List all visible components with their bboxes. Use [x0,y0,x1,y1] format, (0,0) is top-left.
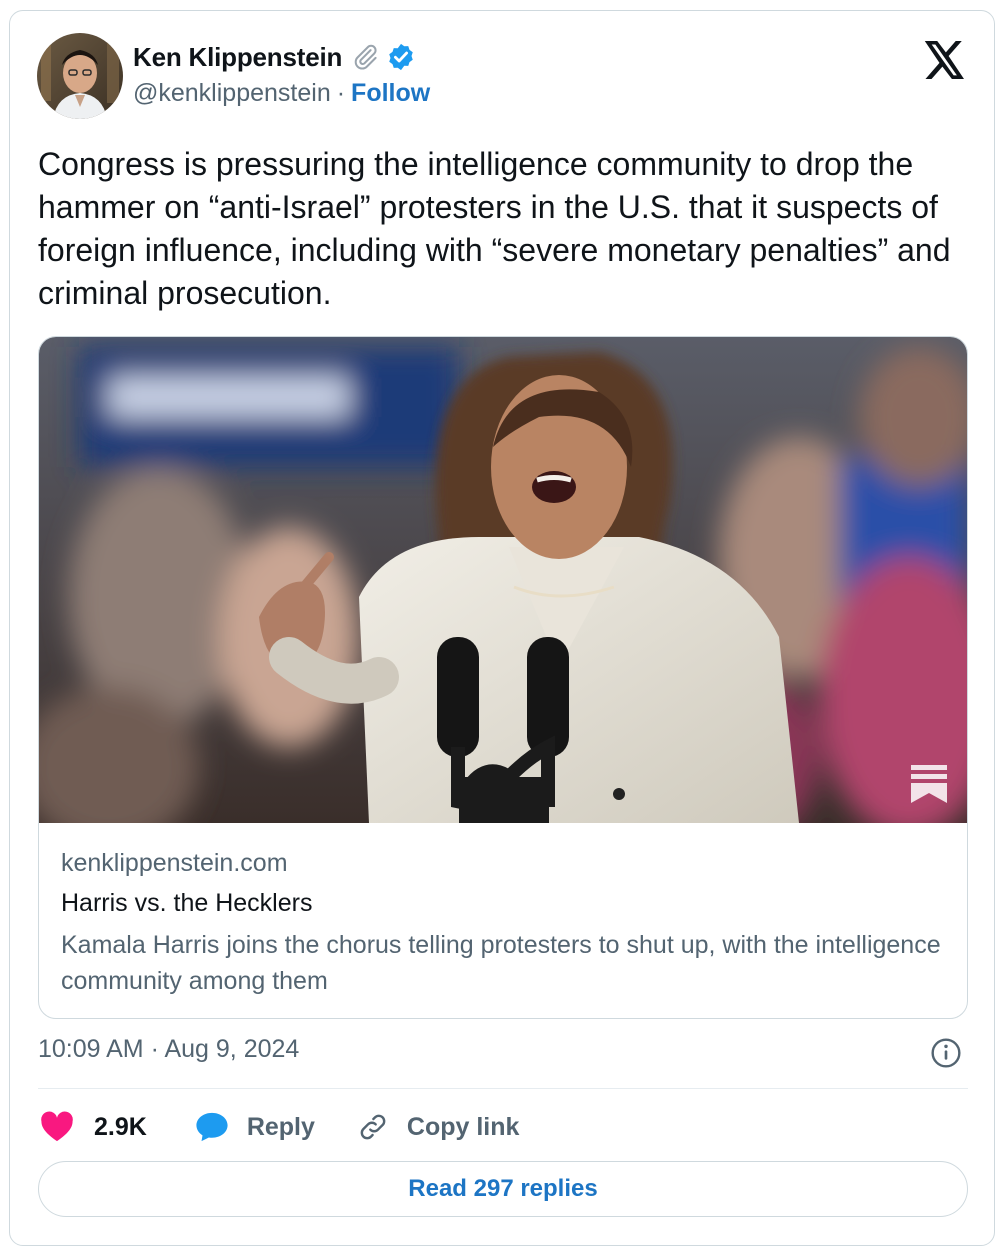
verified-badge-icon [386,42,416,72]
x-logo-icon[interactable] [924,41,966,79]
tweet-embed-card: Ken Klippenstein @kenklippenstein · Foll… [9,10,995,1246]
like-button[interactable]: 2.9K [40,1111,147,1143]
copy-link-label: Copy link [406,1112,520,1141]
reply-label: Reply [246,1112,315,1141]
author-name[interactable]: Ken Klippenstein [133,42,342,73]
link-card-description: Kamala Harris joins the chorus telling p… [61,931,941,995]
like-count: 2.9K [94,1112,147,1141]
heart-icon [40,1111,74,1143]
link-icon [357,1111,389,1143]
link-preview-image [39,337,967,847]
paperclip-icon [350,42,380,72]
reply-button[interactable]: Reply [195,1111,315,1143]
author-handle[interactable]: @kenklippenstein [133,79,331,108]
read-replies-button[interactable]: Read 297 replies [38,1161,968,1217]
link-card-domain: kenklippenstein.com [61,849,288,877]
author-avatar[interactable] [37,33,123,119]
tweet-text: Congress is pressuring the intelligence … [38,146,951,311]
follow-button[interactable]: Follow [351,79,430,108]
info-icon[interactable] [930,1037,962,1074]
divider [38,1088,968,1089]
link-card-title: Harris vs. the Hecklers [61,889,313,917]
handle-separator: · [336,79,346,107]
copy-link-button[interactable]: Copy link [357,1111,520,1143]
reply-icon [195,1111,229,1143]
link-preview-card[interactable]: kenklippenstein.com Harris vs. the Heckl… [38,336,968,1019]
bookmark-icon [911,765,947,808]
tweet-timestamp[interactable]: 10:09 AM · Aug 9, 2024 [38,1035,299,1064]
